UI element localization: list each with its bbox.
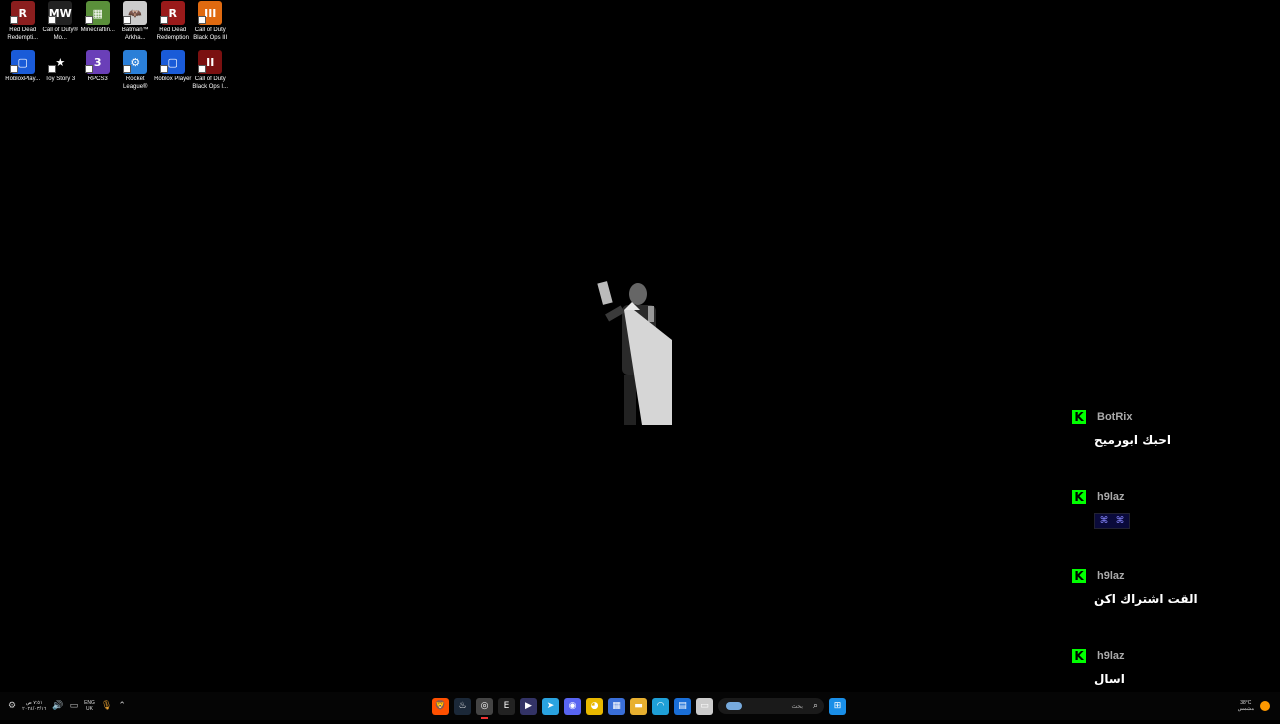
kick-badge-icon: K <box>1072 569 1086 583</box>
notepad-icon[interactable]: ▭ <box>696 698 713 715</box>
chat-text: احبك ابورميح <box>1094 433 1252 447</box>
chat-username: h9laz <box>1097 650 1125 662</box>
shortcut-arrow-icon <box>160 65 168 73</box>
region-code: UK <box>84 706 95 712</box>
chat-username: h9laz <box>1097 570 1125 582</box>
emote-icon: ⌘ <box>1099 516 1109 526</box>
chrome-icon[interactable]: ◕ <box>586 698 603 715</box>
app-icon[interactable]: ◎ <box>476 698 493 715</box>
shortcut-arrow-icon <box>198 16 206 24</box>
search-highlight-icon <box>726 702 742 710</box>
network-icon[interactable]: ▭ <box>70 701 79 711</box>
kick-badge-icon: K <box>1072 490 1086 504</box>
chevron-up-icon[interactable]: ⌃ <box>118 701 126 711</box>
microphone-icon[interactable]: 🎙 <box>101 701 112 711</box>
desktop-shortcut-label: Batman™ Arkha... <box>115 27 155 42</box>
desktop-shortcut[interactable]: IICall of Duty Black Ops I... <box>192 49 230 98</box>
desktop-shortcut[interactable]: 🦇Batman™ Arkha... <box>117 0 155 49</box>
weather-desc: مشمس <box>1238 706 1254 712</box>
desktop-icon-row: ▢RobloxPlay...★Toy Story 33RPCS3⚙Rocket … <box>4 49 236 98</box>
performer-image <box>594 280 674 427</box>
clock[interactable]: ٧:٥١ ص ٢٠٢٤/٠٣/١٦ <box>22 700 46 712</box>
desktop-shortcut-label: Rocket League® <box>115 76 155 91</box>
desktop-shortcut-label: Red Dead Redemption <box>153 27 193 42</box>
desktop-shortcut-label: Toy Story 3 <box>40 76 80 84</box>
desktop-shortcut-label: RPCS3 <box>78 76 118 84</box>
chat-overlay: KBotRixاحبك ابورميحKh9laz⌘⌘Kh9lazالقت اش… <box>1072 406 1252 724</box>
store-icon[interactable]: ▤ <box>674 698 691 715</box>
chat-text: اسال <box>1094 672 1252 686</box>
telegram-icon[interactable]: ➤ <box>542 698 559 715</box>
desktop-shortcut-label: Call of Duty Black Ops I... <box>190 76 230 91</box>
emote-group: ⌘⌘ <box>1094 513 1130 529</box>
shortcut-arrow-icon <box>198 65 206 73</box>
brave-icon[interactable]: 🦁 <box>432 698 449 715</box>
edge-icon[interactable]: ◠ <box>652 698 669 715</box>
chat-username: h9laz <box>1097 491 1125 503</box>
desktop-shortcut[interactable]: ⚙Rocket League® <box>117 49 155 98</box>
volume-icon[interactable]: 🔊 <box>52 701 63 711</box>
desktop-shortcut[interactable]: RRed Dead Redemption <box>154 0 192 49</box>
settings-icon[interactable]: ⚙ <box>8 701 16 711</box>
file-explorer-icon[interactable]: ▬ <box>630 698 647 715</box>
desktop-shortcut-label: Call of Duty® Mo... <box>40 27 80 42</box>
system-tray: ⚙ ٧:٥١ ص ٢٠٢٤/٠٣/١٦ 🔊 ▭ ENG UK 🎙 ⌃ <box>8 692 126 720</box>
taskbar-apps: 🦁 ♨ ◎ E ▶ ➤ ◉ ◕ ▦ ▬ ◠ ▤ ▭ بحث ⌕ ⊞ <box>432 692 846 720</box>
desktop-shortcut[interactable]: 3RPCS3 <box>79 49 117 98</box>
shortcut-arrow-icon <box>85 16 93 24</box>
shortcut-arrow-icon <box>10 65 18 73</box>
shortcut-arrow-icon <box>10 16 18 24</box>
desktop-shortcut[interactable]: RRed Dead Redempti... <box>4 0 42 49</box>
desktop-shortcut-label: RobloxPlay... <box>3 76 43 84</box>
taskbar: ⚙ ٧:٥١ ص ٢٠٢٤/٠٣/١٦ 🔊 ▭ ENG UK 🎙 ⌃ 🦁 ♨ ◎ E ▶… <box>0 692 1280 720</box>
desktop-icon-row: RRed Dead Redempti...MWCall of Duty® Mo.… <box>4 0 236 49</box>
emote-icon: ⌘ <box>1115 516 1125 526</box>
calendar-icon[interactable]: ▦ <box>608 698 625 715</box>
desktop-shortcut-label: Minecraftin... <box>78 27 118 35</box>
shortcut-arrow-icon <box>48 16 56 24</box>
epic-icon[interactable]: E <box>498 698 515 715</box>
language-indicator[interactable]: ENG UK <box>84 700 95 712</box>
desktop-shortcut[interactable]: ★Toy Story 3 <box>42 49 80 98</box>
weather-widget[interactable]: 38°C مشمس <box>1238 692 1270 720</box>
discord-icon[interactable]: ◉ <box>564 698 581 715</box>
desktop-shortcut-label: Call of Duty Black Ops III <box>190 27 230 42</box>
chat-message: Kh9laz القت اشتراك اكن <box>1072 565 1252 645</box>
desktop-icon-grid: RRed Dead Redempti...MWCall of Duty® Mo.… <box>4 0 236 98</box>
desktop-shortcut[interactable]: ▦Minecraftin... <box>79 0 117 49</box>
desktop-shortcut[interactable]: MWCall of Duty® Mo... <box>42 0 80 49</box>
chat-message: Kh9laz⌘⌘ <box>1072 486 1252 566</box>
shortcut-arrow-icon <box>48 65 56 73</box>
sun-icon <box>1260 701 1270 711</box>
shortcut-arrow-icon <box>160 16 168 24</box>
desktop-shortcut-label: Roblox Player <box>153 76 193 84</box>
shortcut-arrow-icon <box>123 16 131 24</box>
desktop-shortcut[interactable]: ▢Roblox Player <box>154 49 192 98</box>
shortcut-arrow-icon <box>123 65 131 73</box>
clock-date: ٢٠٢٤/٠٣/١٦ <box>22 706 46 712</box>
chat-message: K BotRix احبك ابورميح <box>1072 406 1252 486</box>
taskbar-search[interactable]: بحث ⌕ <box>718 698 824 714</box>
chat-username: BotRix <box>1097 411 1132 423</box>
windows-start-icon[interactable]: ⊞ <box>829 698 846 715</box>
desktop-shortcut[interactable]: IIICall of Duty Black Ops III <box>192 0 230 49</box>
shortcut-arrow-icon <box>85 65 93 73</box>
media-icon[interactable]: ▶ <box>520 698 537 715</box>
search-placeholder: بحث <box>792 703 803 710</box>
desktop-shortcut[interactable]: ▢RobloxPlay... <box>4 49 42 98</box>
steam-icon[interactable]: ♨ <box>454 698 471 715</box>
search-icon: ⌕ <box>813 701 818 711</box>
kick-badge-icon: K <box>1072 649 1086 663</box>
kick-badge-icon: K <box>1072 410 1086 424</box>
desktop-shortcut-label: Red Dead Redempti... <box>3 27 43 42</box>
chat-text: القت اشتراك اكن <box>1094 592 1252 606</box>
